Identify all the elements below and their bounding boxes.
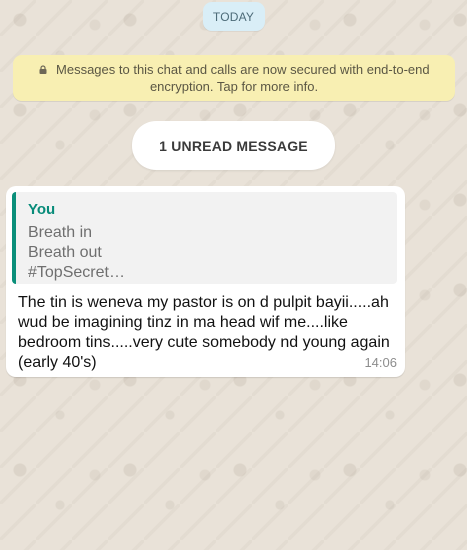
quoted-reply[interactable]: You Breath in Breath out #TopSecret… [12, 192, 397, 284]
encryption-text: Messages to this chat and calls are now … [29, 61, 439, 95]
quoted-line-3: #TopSecret… [28, 264, 125, 281]
quoted-line-1: Breath in [28, 224, 93, 241]
incoming-message-bubble[interactable]: You Breath in Breath out #TopSecret… The… [6, 186, 405, 377]
date-label: TODAY [212, 9, 255, 24]
date-pill: TODAY [202, 2, 265, 31]
encryption-banner[interactable]: Messages to this chat and calls are now … [13, 55, 455, 101]
lock-icon [39, 65, 47, 74]
quoted-line-2: Breath out [28, 244, 102, 261]
unread-messages-pill: 1 UNREAD MESSAGE [132, 121, 335, 170]
quoted-author: You [28, 201, 56, 218]
encryption-notice: Messages to this chat and calls are now … [56, 62, 430, 94]
unread-label: 1 UNREAD MESSAGE [159, 137, 308, 154]
message-time: 14:06 [364, 355, 397, 370]
message-text: The tin is weneva my pastor is on d pulp… [18, 294, 390, 371]
